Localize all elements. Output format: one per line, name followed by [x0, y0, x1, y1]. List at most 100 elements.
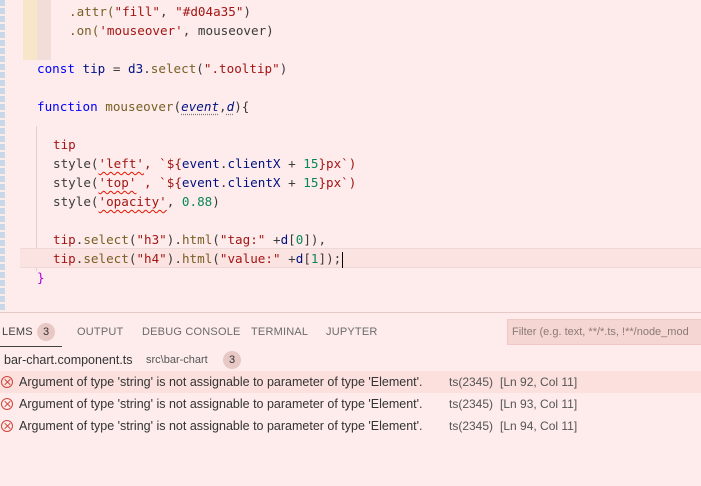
code-token: tip	[53, 232, 76, 247]
code-line-const-tip[interactable]: const tip = d3.select(".tooltip")	[37, 59, 287, 78]
code-token: clientX	[227, 175, 281, 190]
code-token: 'opacity'	[98, 194, 167, 209]
code-token: "tag:"	[219, 232, 266, 247]
code-token: .	[143, 61, 151, 76]
code-token: [	[288, 232, 296, 247]
problem-code: ts(2345)	[449, 397, 494, 411]
code-token: )	[212, 194, 220, 209]
code-token: (	[173, 99, 182, 114]
code-token: style(	[53, 175, 99, 190]
problem-message: Argument of type 'string' is not assigna…	[19, 397, 423, 411]
code-token: }	[37, 270, 45, 285]
code-token: "h4"	[136, 251, 167, 266]
code-token: +	[280, 156, 304, 171]
code-token: style(	[53, 194, 99, 209]
code-token: +	[280, 251, 296, 266]
code-token: style(	[53, 156, 99, 171]
panel-tab-bar: LEMS 3 OUTPUT DEBUG CONSOLE TERMINAL JUP…	[0, 313, 701, 349]
code-token: )	[279, 61, 288, 76]
error-icon	[1, 398, 13, 410]
text-cursor	[342, 251, 344, 268]
code-token: , `${	[144, 156, 182, 171]
active-tab-indicator	[0, 346, 62, 347]
tab-jupyter[interactable]: JUPYTER	[326, 324, 378, 340]
code-token: "h3"	[136, 232, 167, 247]
problem-message: Argument of type 'string' is not assigna…	[19, 375, 423, 389]
code-token: "#d04a35"	[175, 4, 244, 19]
code-token: )	[243, 4, 252, 19]
code-token: 15	[303, 156, 319, 171]
code-token: tip	[53, 251, 76, 266]
tab-problems[interactable]: LEMS	[2, 324, 33, 340]
tab-output[interactable]: OUTPUT	[77, 324, 123, 340]
code-token: , mouseover)	[182, 23, 274, 38]
code-token: ".tooltip"	[203, 61, 280, 76]
code-token: (	[212, 251, 220, 266]
code-editor[interactable]: .attr("fill", "#d04a35") .on('mouseover'…	[0, 0, 701, 312]
code-token: ).	[166, 232, 182, 247]
code-token: +	[280, 175, 304, 190]
code-line-function[interactable]: function mouseover(event,d){	[37, 97, 249, 116]
code-line-attr[interactable]: .attr("fill", "#d04a35")	[69, 2, 251, 21]
code-line-select-h3[interactable]: tip.select("h3").html("tag:" +d[0]),	[53, 230, 326, 249]
code-token: ]);	[318, 251, 342, 266]
problem-location: [Ln 94, Col 11]	[500, 419, 578, 433]
code-line-select-h4[interactable]: tip.select("h4").html("value:" +d[1]);	[53, 249, 344, 268]
code-token: mouseover	[105, 99, 174, 114]
gutter-indicator	[0, 0, 5, 312]
code-token: .on(	[69, 23, 100, 38]
problem-row[interactable]: Argument of type 'string' is not assigna…	[0, 371, 701, 393]
code-token: 1	[310, 251, 319, 266]
problem-location: [Ln 92, Col 11]	[500, 375, 578, 389]
code-line-style-opacity[interactable]: style('opacity', 0.88)	[53, 192, 220, 211]
problem-code: ts(2345)	[449, 375, 494, 389]
code-token: }px`)	[318, 175, 357, 190]
problems-panel: LEMS 3 OUTPUT DEBUG CONSOLE TERMINAL JUP…	[0, 312, 701, 486]
code-token: select	[83, 251, 129, 266]
problem-file-row[interactable]: bar-chart.component.ts src\bar-chart 3	[0, 349, 701, 371]
code-token: function	[37, 99, 98, 114]
code-token: html	[181, 232, 213, 247]
code-token: d3	[128, 61, 144, 76]
file-problem-count-badge: 3	[223, 351, 241, 369]
code-token: (	[212, 232, 220, 247]
code-token: ,	[160, 4, 176, 19]
code-token: clientX	[227, 156, 281, 171]
code-token: "fill"	[114, 4, 161, 19]
code-token: 0.88	[181, 194, 213, 209]
code-line-style-left[interactable]: style('left', `${event.clientX + 15}px`)	[53, 154, 356, 173]
code-token: [	[303, 251, 311, 266]
code-token: event	[181, 175, 220, 190]
code-token: tip	[53, 137, 76, 152]
code-token: event	[181, 99, 220, 114]
code-token: =	[105, 61, 129, 76]
code-token: const	[37, 61, 75, 76]
code-token: html	[181, 251, 213, 266]
indent-highlight	[37, 0, 51, 60]
code-token: "value:"	[219, 251, 281, 266]
filter-input[interactable]: Filter (e.g. text, **/*.ts, !**/node_mod	[507, 319, 701, 345]
tab-terminal[interactable]: TERMINAL	[251, 324, 308, 340]
code-token: 'top'	[98, 175, 137, 190]
code-token: ]),	[303, 232, 327, 247]
code-token: select	[150, 61, 197, 76]
code-line-tip[interactable]: tip	[53, 135, 76, 154]
file-path: src\bar-chart	[146, 354, 208, 366]
code-token: }px`)	[318, 156, 357, 171]
code-line-style-top[interactable]: style('top' , `${event.clientX + 15}px`)	[53, 173, 356, 192]
error-icon	[1, 376, 13, 388]
code-token: ).	[166, 251, 182, 266]
code-token: , `${	[136, 175, 182, 190]
problem-row[interactable]: Argument of type 'string' is not assigna…	[0, 415, 701, 437]
problems-count-badge: 3	[37, 323, 55, 341]
file-name: bar-chart.component.ts	[4, 353, 133, 367]
error-icon	[1, 420, 13, 432]
problem-location: [Ln 93, Col 11]	[500, 397, 578, 411]
code-token: .attr(	[69, 4, 115, 19]
problem-code: ts(2345)	[449, 419, 494, 433]
code-line-close-brace[interactable]: }	[37, 268, 45, 287]
code-line-on[interactable]: .on('mouseover', mouseover)	[69, 21, 274, 40]
problem-row[interactable]: Argument of type 'string' is not assigna…	[0, 393, 701, 415]
tab-debug-console[interactable]: DEBUG CONSOLE	[142, 324, 241, 340]
